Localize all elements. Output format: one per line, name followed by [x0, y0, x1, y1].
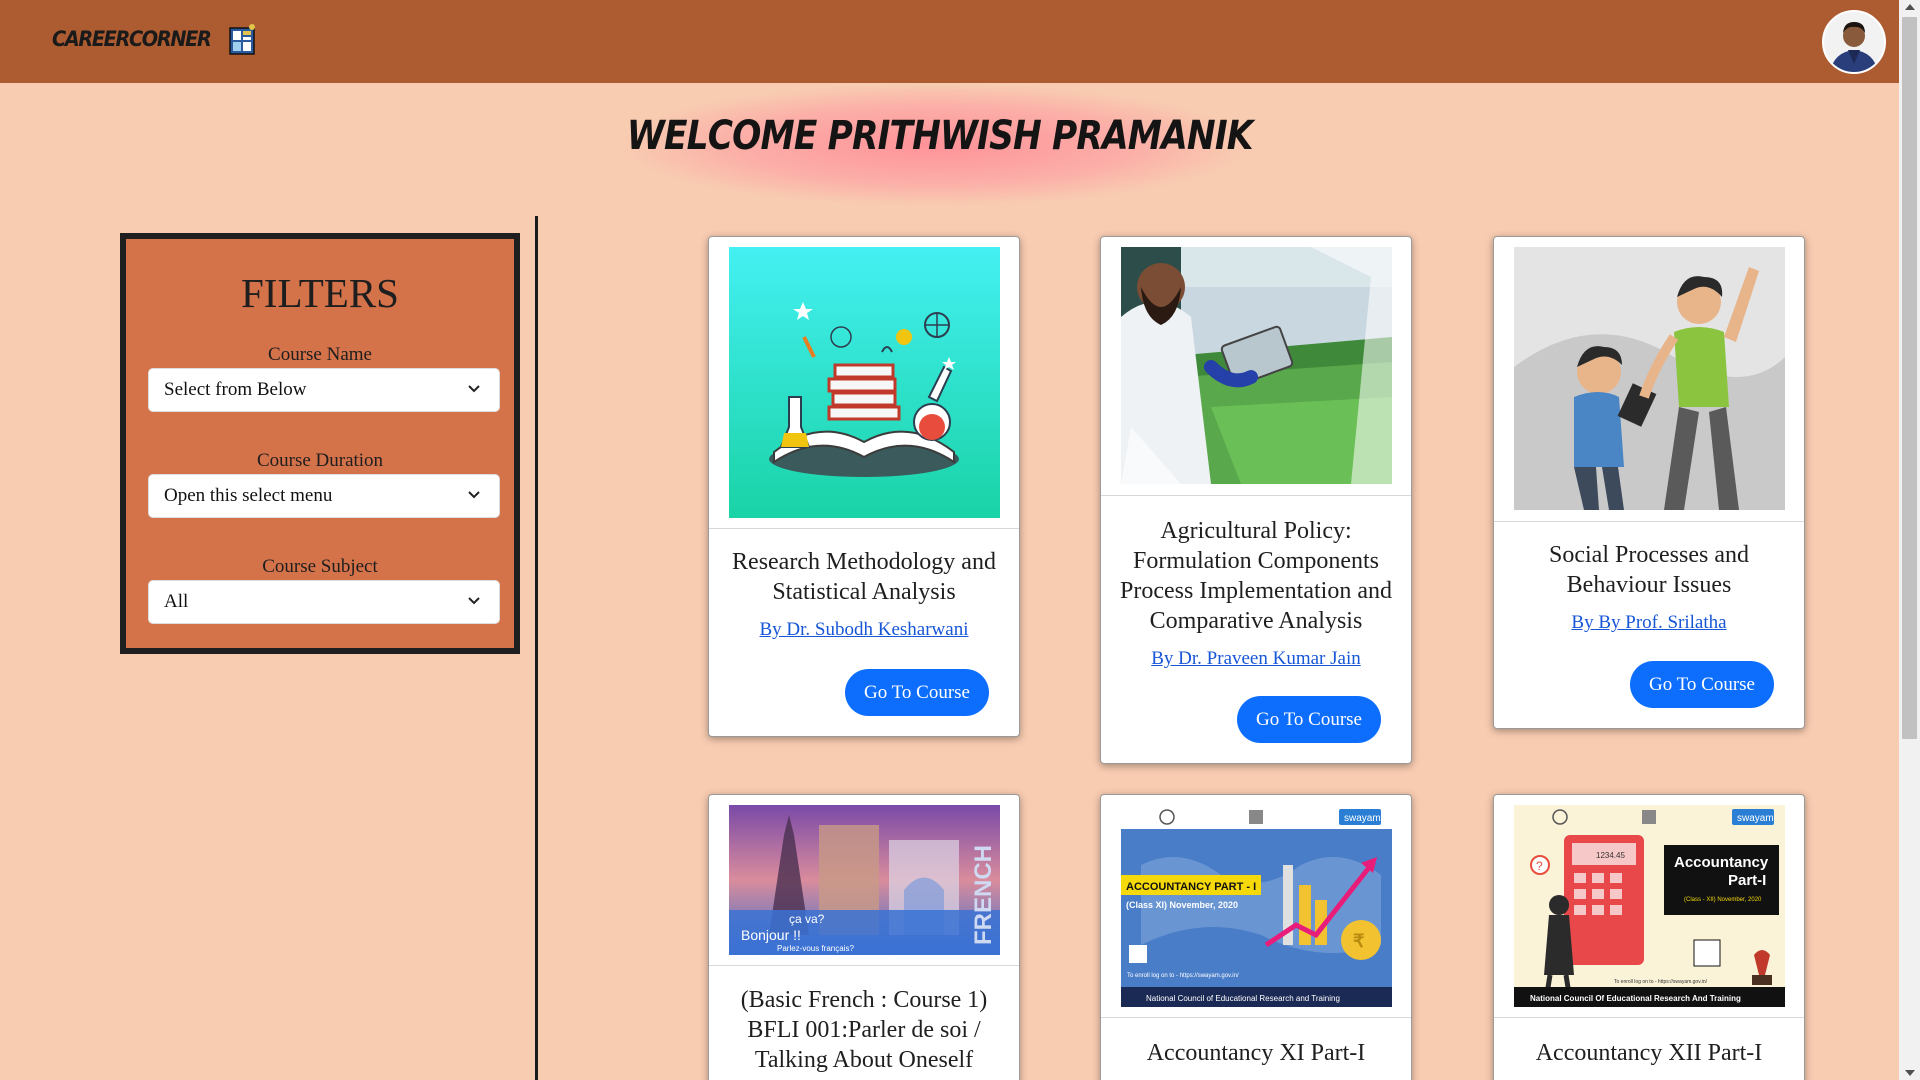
course-image — [1121, 247, 1392, 484]
card-body: Social Processes and Behaviour Issues By… — [1494, 540, 1804, 634]
acc12-heading2: Part-I — [1728, 872, 1766, 889]
course-author-link[interactable]: By By Prof. Srilatha — [1494, 612, 1804, 634]
french-banner-cava: ça va? — [789, 912, 825, 926]
go-to-course-button[interactable]: Go To Course — [1630, 661, 1774, 708]
course-image: swayam ? 1234.45 Accountancy Part-I (Cla… — [1514, 805, 1785, 1007]
course-image — [1514, 247, 1785, 510]
course-subject-value: All — [164, 591, 189, 612]
filters-title: FILTERS — [241, 270, 399, 316]
acc12-calc: 1234.45 — [1596, 851, 1625, 860]
card-body: Research Methodology and Statistical Ana… — [709, 547, 1019, 641]
user-avatar[interactable] — [1822, 10, 1886, 74]
filters-panel: FILTERS Course Name Select from Below Co… — [120, 233, 520, 654]
course-card: swayam ? 1234.45 Accountancy Part-I (Cla… — [1493, 794, 1805, 1080]
card-separator — [1101, 1017, 1411, 1018]
card-body: Accountancy XI Part-I — [1101, 1038, 1411, 1068]
logo-text: CAREERCORNER — [52, 27, 212, 51]
go-to-course-button[interactable]: Go To Course — [1237, 696, 1381, 743]
card-separator — [709, 965, 1019, 966]
course-subject-select[interactable]: All — [148, 580, 500, 624]
acc11-footer: National Council of Educational Research… — [1146, 994, 1340, 1003]
chevron-down-icon — [468, 491, 480, 499]
course-title: (Basic French : Course 1) BFLI 001:Parle… — [740, 987, 988, 1073]
course-card: Bonjour !! Parlez-vous français? ça va? … — [708, 794, 1020, 1080]
page-scrollbar[interactable] — [1899, 0, 1920, 1080]
course-card: Social Processes and Behaviour Issues By… — [1493, 236, 1805, 729]
french-banner-word: FRENCH — [970, 845, 997, 945]
acc11-swayam: swayam — [1344, 813, 1381, 824]
course-name-select[interactable]: Select from Below — [148, 368, 500, 412]
svg-text:?: ? — [1536, 859, 1543, 873]
course-image: Bonjour !! Parlez-vous français? ça va? … — [729, 805, 1000, 955]
course-author-link[interactable]: By Dr. Praveen Kumar Jain — [1101, 648, 1411, 670]
course-image: swayam ACCOUNTANCY PART - I (Class XI) N… — [1121, 805, 1392, 1007]
acc12-sub: (Class - XII) November, 2020 — [1684, 897, 1762, 903]
acc11-sub: (Class XI) November, 2020 — [1126, 900, 1238, 910]
course-title: Accountancy XII Part-I — [1535, 1040, 1763, 1066]
navbar: CAREERCORNER — [0, 0, 1899, 83]
course-card: Agricultural Policy: Formulation Compone… — [1100, 236, 1412, 764]
card-separator — [1494, 1017, 1804, 1018]
welcome-heading: WELCOME PRITHWISH PRAMANIK — [627, 113, 1254, 159]
scroll-thumb[interactable] — [1902, 17, 1917, 739]
svg-text:₹: ₹ — [1353, 931, 1365, 951]
card-separator — [1101, 495, 1411, 496]
logo-icon — [229, 24, 256, 55]
course-name-value: Select from Below — [164, 379, 307, 400]
course-image — [729, 247, 1000, 518]
course-title: Agricultural Policy: Formulation Compone… — [1120, 518, 1392, 634]
course-subject-label: Course Subject — [262, 556, 378, 577]
course-card: swayam ACCOUNTANCY PART - I (Class XI) N… — [1100, 794, 1412, 1080]
scroll-up-arrow-icon[interactable] — [1905, 4, 1915, 10]
french-banner-bonjour: Bonjour !! — [741, 927, 801, 943]
course-duration-select[interactable]: Open this select menu — [148, 474, 500, 518]
acc12-heading1: Accountancy — [1674, 854, 1769, 871]
course-name-label: Course Name — [268, 344, 372, 365]
course-title: Social Processes and Behaviour Issues — [1549, 542, 1749, 598]
acc12-footer: National Council Of Educational Research… — [1530, 994, 1741, 1003]
french-banner-parlez: Parlez-vous français? — [777, 944, 854, 953]
card-separator — [1494, 521, 1804, 522]
vertical-divider — [535, 216, 538, 1080]
course-duration-value: Open this select menu — [164, 485, 333, 506]
course-card: Research Methodology and Statistical Ana… — [708, 236, 1020, 737]
course-title: Research Methodology and Statistical Ana… — [732, 549, 996, 605]
card-separator — [709, 528, 1019, 529]
chevron-down-icon — [468, 597, 480, 605]
course-duration-label: Course Duration — [256, 450, 384, 471]
card-body: (Basic French : Course 1) BFLI 001:Parle… — [709, 985, 1019, 1075]
card-body: Agricultural Policy: Formulation Compone… — [1101, 516, 1411, 670]
scroll-down-arrow-icon[interactable] — [1905, 1070, 1915, 1076]
go-to-course-button[interactable]: Go To Course — [845, 669, 989, 716]
card-body: Accountancy XII Part-I — [1494, 1038, 1804, 1068]
acc12-swayam: swayam — [1737, 813, 1774, 824]
acc11-heading: ACCOUNTANCY PART - I — [1126, 881, 1256, 893]
acc11-enroll: To enroll log on to - https://swayam.gov… — [1127, 973, 1239, 979]
course-title: Accountancy XI Part-I — [1146, 1040, 1366, 1066]
chevron-down-icon — [468, 385, 480, 393]
logo[interactable]: CAREERCORNER — [52, 22, 258, 56]
acc12-enroll: To enroll log on to - https://swayam.gov… — [1614, 979, 1708, 985]
course-author-link[interactable]: By Dr. Subodh Kesharwani — [709, 619, 1019, 641]
user-avatar-icon — [1824, 12, 1884, 72]
